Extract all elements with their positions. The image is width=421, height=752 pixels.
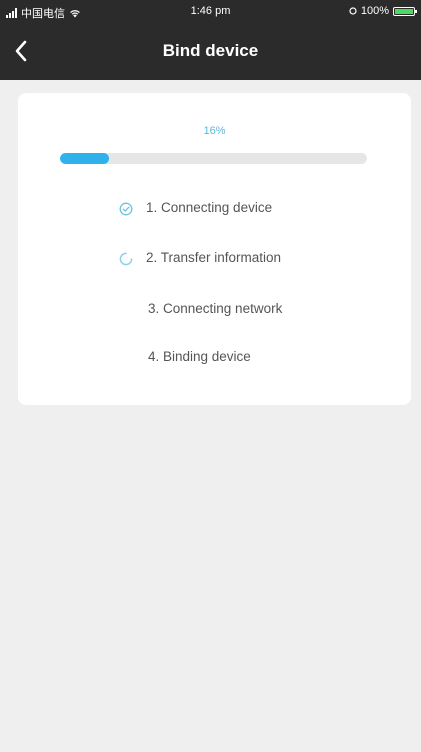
battery-percent: 100%	[360, 5, 389, 17]
progress-bar	[60, 153, 367, 164]
status-right: 100%	[349, 5, 417, 17]
binding-progress-card: 16% 1. Connecting device 2. Transfer inf…	[18, 93, 411, 405]
progress-percent: 16%	[203, 125, 226, 137]
step-connecting-network: 3. Connecting network	[18, 298, 411, 322]
status-bar: 中国电信 1:46 pm 100%	[0, 0, 421, 22]
step-binding-device: 4. Binding device	[18, 346, 411, 370]
step-label: 4. Binding device	[148, 349, 251, 364]
battery-icon	[393, 6, 417, 16]
step-label: 3. Connecting network	[148, 301, 283, 316]
nav-bar: Bind device	[0, 22, 421, 80]
check-circle-icon	[119, 202, 133, 216]
step-connecting-device: 1. Connecting device	[18, 197, 411, 221]
step-label: 1. Connecting device	[146, 200, 273, 215]
progress-fill	[60, 153, 110, 164]
spinner-icon	[119, 252, 133, 266]
step-transfer-information: 2. Transfer information	[18, 247, 411, 271]
page-title: Bind device	[162, 41, 259, 60]
location-icon	[349, 7, 357, 15]
step-label: 2. Transfer information	[146, 250, 282, 265]
